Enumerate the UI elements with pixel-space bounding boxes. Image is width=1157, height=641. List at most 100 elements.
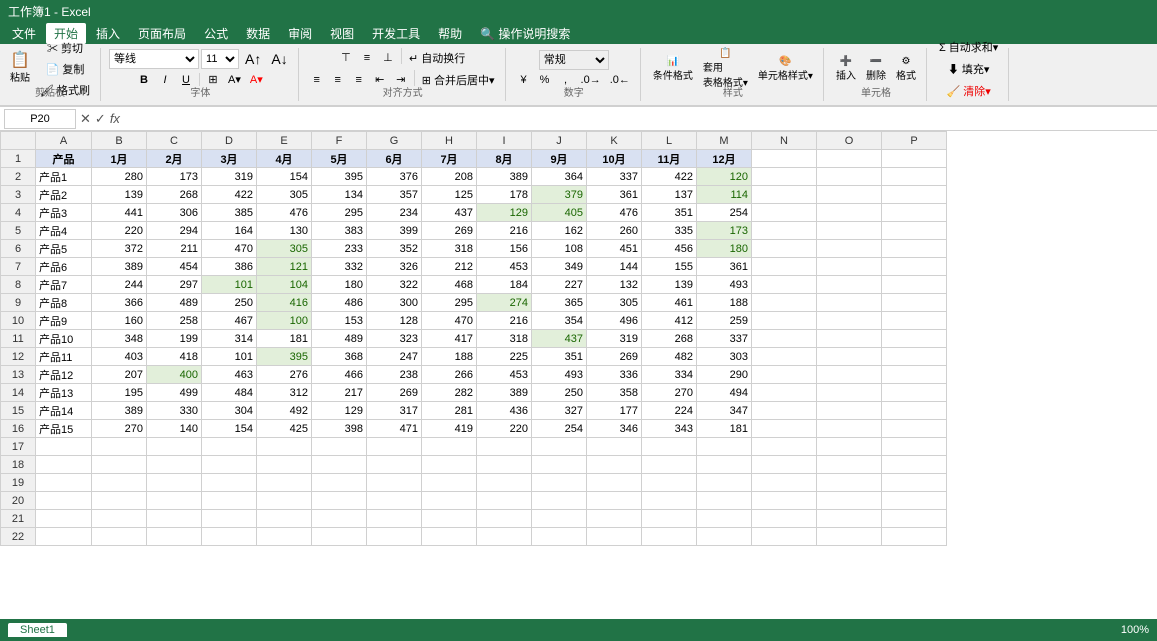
col-header-N[interactable]: N [752,132,817,150]
empty-cell[interactable] [642,474,697,492]
empty-cell[interactable] [882,366,947,384]
data-cell-r9-c12[interactable]: 188 [697,294,752,312]
col-header-H[interactable]: H [422,132,477,150]
empty-cell[interactable] [882,258,947,276]
empty-cell[interactable] [817,186,882,204]
data-cell-r9-c9[interactable]: 365 [532,294,587,312]
data-cell-r2-c10[interactable]: 337 [587,168,642,186]
data-cell-r5-c11[interactable]: 335 [642,222,697,240]
empty-cell[interactable] [752,456,817,474]
data-cell-r7-c1[interactable]: 389 [92,258,147,276]
empty-cell[interactable] [477,492,532,510]
data-cell-r5-c0[interactable]: 产品4 [36,222,92,240]
data-cell-r9-c1[interactable]: 366 [92,294,147,312]
data-cell-r14-c5[interactable]: 217 [312,384,367,402]
empty-cell[interactable] [752,438,817,456]
empty-cell[interactable] [202,528,257,546]
data-cell-r7-c0[interactable]: 产品6 [36,258,92,276]
data-cell-r3-c7[interactable]: 125 [422,186,477,204]
data-cell-r2-c4[interactable]: 154 [257,168,312,186]
empty-cell[interactable] [422,528,477,546]
empty-cell[interactable] [36,510,92,528]
header-cell-2[interactable]: 2月 [147,150,202,168]
data-cell-r14-c8[interactable]: 389 [477,384,532,402]
empty-cell[interactable] [257,438,312,456]
empty-cell[interactable] [257,510,312,528]
data-cell-r9-c3[interactable]: 250 [202,294,257,312]
insert-button[interactable]: ➕ 插入 [832,54,860,84]
increase-font-button[interactable]: A↑ [241,49,265,69]
empty-cell[interactable] [312,492,367,510]
data-cell-r2-c9[interactable]: 364 [532,168,587,186]
empty-cell[interactable] [817,474,882,492]
data-cell-r5-c2[interactable]: 294 [147,222,202,240]
empty-cell[interactable] [882,510,947,528]
data-cell-r11-c1[interactable]: 348 [92,330,147,348]
empty-cell[interactable] [817,294,882,312]
autosum-button[interactable]: Σ 自动求和▾ [935,37,1002,57]
data-cell-r7-c4[interactable]: 121 [257,258,312,276]
data-cell-r13-c9[interactable]: 493 [532,366,587,384]
name-box[interactable] [4,109,76,129]
empty-cell[interactable] [147,456,202,474]
data-cell-r9-c10[interactable]: 305 [587,294,642,312]
empty-cell[interactable] [752,510,817,528]
formula-input[interactable] [124,109,1153,129]
fill-button[interactable]: ⬇ 填充▾ [944,59,994,79]
empty-cell[interactable] [477,528,532,546]
data-cell-r4-c5[interactable]: 295 [312,204,367,222]
empty-cell[interactable] [312,510,367,528]
data-cell-r15-c12[interactable]: 347 [697,402,752,420]
data-cell-r5-c5[interactable]: 383 [312,222,367,240]
data-cell-r11-c6[interactable]: 323 [367,330,422,348]
conditional-format-button[interactable]: 📊 条件格式 [649,54,697,84]
empty-cell[interactable] [147,528,202,546]
data-cell-r12-c11[interactable]: 482 [642,348,697,366]
data-cell-r14-c2[interactable]: 499 [147,384,202,402]
empty-cell[interactable] [817,420,882,438]
data-cell-r3-c0[interactable]: 产品2 [36,186,92,204]
data-cell-r3-c3[interactable]: 422 [202,186,257,204]
data-cell-r10-c11[interactable]: 412 [642,312,697,330]
data-cell-r14-c0[interactable]: 产品13 [36,384,92,402]
row-header-1[interactable]: 1 [1,150,36,168]
empty-cell[interactable] [92,528,147,546]
empty-cell[interactable] [752,168,817,186]
data-cell-r13-c1[interactable]: 207 [92,366,147,384]
data-cell-r11-c11[interactable]: 268 [642,330,697,348]
insert-function-icon[interactable]: fx [110,111,120,127]
data-cell-r6-c0[interactable]: 产品5 [36,240,92,258]
data-cell-r12-c9[interactable]: 351 [532,348,587,366]
data-cell-r10-c5[interactable]: 153 [312,312,367,330]
header-cell-1[interactable]: 1月 [92,150,147,168]
empty-cell[interactable] [587,510,642,528]
data-cell-r10-c10[interactable]: 496 [587,312,642,330]
data-cell-r8-c12[interactable]: 493 [697,276,752,294]
empty-cell[interactable] [477,456,532,474]
empty-cell[interactable] [882,438,947,456]
align-middle-button[interactable]: ≡ [357,48,377,68]
header-cell-9[interactable]: 9月 [532,150,587,168]
empty-cell[interactable] [202,492,257,510]
row-header-7[interactable]: 7 [1,258,36,276]
header-cell-4[interactable]: 4月 [257,150,312,168]
data-cell-r3-c12[interactable]: 114 [697,186,752,204]
empty-cell[interactable] [312,528,367,546]
data-cell-r15-c11[interactable]: 224 [642,402,697,420]
data-cell-r7-c10[interactable]: 144 [587,258,642,276]
empty-cell[interactable] [587,474,642,492]
data-cell-r15-c10[interactable]: 177 [587,402,642,420]
empty-cell[interactable] [752,150,817,168]
data-cell-r15-c9[interactable]: 327 [532,402,587,420]
row-header-14[interactable]: 14 [1,384,36,402]
empty-cell[interactable] [752,294,817,312]
data-cell-r12-c0[interactable]: 产品11 [36,348,92,366]
data-cell-r5-c3[interactable]: 164 [202,222,257,240]
data-cell-r6-c2[interactable]: 211 [147,240,202,258]
empty-cell[interactable] [422,492,477,510]
empty-cell[interactable] [882,384,947,402]
empty-cell[interactable] [752,312,817,330]
row-header-22[interactable]: 22 [1,528,36,546]
data-cell-r9-c0[interactable]: 产品8 [36,294,92,312]
empty-cell[interactable] [697,474,752,492]
